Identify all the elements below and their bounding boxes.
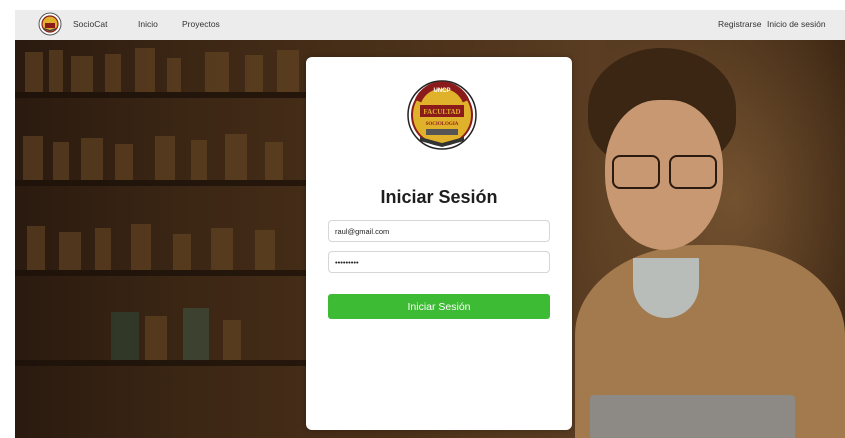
book-spine [205, 52, 229, 92]
bookshelf-line [15, 360, 315, 366]
password-input[interactable] [328, 251, 550, 273]
brand-name[interactable]: SocioCat [73, 19, 108, 29]
logo-arc-text: UNCP [433, 88, 450, 94]
login-card: UNCP FACULTAD SOCIOLOGIA Iniciar Sesión … [306, 57, 572, 430]
laptop [590, 395, 795, 438]
book-spine [59, 232, 81, 270]
book-spine [115, 144, 133, 180]
book-spine [95, 228, 111, 270]
brand-logo-icon[interactable] [38, 12, 62, 36]
bookshelf-line [15, 92, 315, 98]
book-spine [111, 312, 139, 360]
nav-link-registrarse[interactable]: Registrarse [718, 19, 761, 29]
book-spine [225, 134, 247, 180]
book-spine [211, 228, 233, 270]
book-spine [277, 50, 299, 92]
login-submit-button[interactable]: Iniciar Sesión [328, 294, 550, 319]
logo-main-text: FACULTAD [423, 108, 460, 116]
glasses-right-lens [669, 155, 717, 189]
email-input[interactable] [328, 220, 550, 242]
bookshelf-line [15, 180, 315, 186]
nav-link-inicio-de-sesion[interactable]: Inicio de sesión [767, 19, 826, 29]
top-navbar: SocioCat Inicio Proyectos Registrarse In… [15, 10, 845, 40]
book-spine [27, 226, 45, 270]
book-spine [71, 56, 93, 92]
book-spine [53, 142, 69, 180]
faculty-logo: UNCP FACULTAD SOCIOLOGIA [407, 80, 477, 150]
book-spine [191, 140, 207, 180]
bookshelf-line [15, 270, 315, 276]
book-spine [81, 138, 103, 180]
book-spine [105, 54, 121, 92]
book-spine [173, 234, 191, 270]
book-spine [167, 58, 181, 92]
book-spine [265, 142, 283, 180]
nav-link-proyectos[interactable]: Proyectos [182, 19, 220, 29]
book-spine [155, 136, 175, 180]
book-spine [25, 52, 43, 92]
nav-link-inicio[interactable]: Inicio [138, 19, 158, 29]
book-spine [49, 50, 63, 92]
logo-sub-text: SOCIOLOGIA [426, 122, 459, 127]
book-spine [255, 230, 275, 270]
glasses-left-lens [612, 155, 660, 189]
book-spine [135, 48, 155, 92]
book-spine [245, 55, 263, 92]
book-spine [145, 316, 167, 360]
login-title: Iniciar Sesión [380, 187, 498, 207]
book-spine [23, 136, 43, 180]
book-spine [183, 308, 209, 360]
book-spine [223, 320, 241, 360]
book-spine [131, 224, 151, 270]
